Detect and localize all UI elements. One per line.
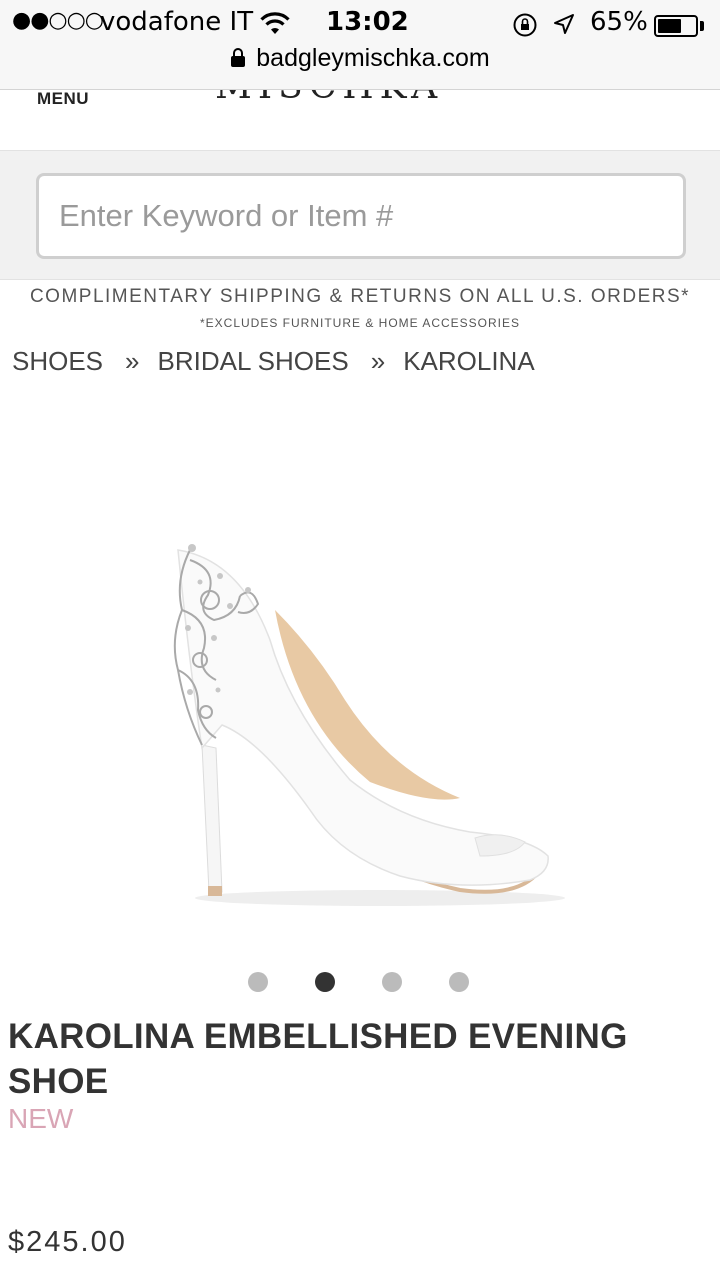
clock: 13:02 <box>326 7 409 37</box>
battery-cap <box>700 21 704 31</box>
battery-percent: 65% <box>590 7 648 37</box>
carrier-name: vodafone IT <box>100 7 254 37</box>
battery-icon <box>654 15 698 37</box>
carousel-dot-3[interactable] <box>382 972 402 992</box>
battery-level <box>658 19 682 33</box>
wifi-icon <box>260 12 290 34</box>
search-bar <box>0 150 720 280</box>
search-input[interactable] <box>36 173 686 259</box>
address-bar[interactable]: badgleymischka.com <box>0 44 720 84</box>
status-bar: ●●○○○ vodafone IT 13:02 65% badgleymisch… <box>0 0 720 90</box>
carousel-dot-4[interactable] <box>449 972 469 992</box>
menu-button[interactable]: MENU <box>37 90 89 109</box>
breadcrumb-shoes[interactable]: SHOES <box>12 346 103 376</box>
shipping-promo: COMPLIMENTARY SHIPPING & RETURNS ON ALL … <box>0 286 720 330</box>
signal-strength-icon: ●●○○○ <box>12 8 104 33</box>
product-image[interactable] <box>130 520 590 920</box>
url-text: badgleymischka.com <box>256 44 490 72</box>
promo-disclaimer: *EXCLUDES FURNITURE & HOME ACCESSORIES <box>199 316 521 330</box>
breadcrumb-separator: » <box>125 346 140 376</box>
carousel-dots <box>248 972 478 992</box>
carousel-dot-1[interactable] <box>248 972 268 992</box>
breadcrumb-separator: » <box>370 346 386 376</box>
lock-icon <box>231 48 246 67</box>
carousel-dot-2[interactable] <box>315 972 335 992</box>
location-arrow-icon <box>554 14 574 34</box>
product-price: $245.00 <box>8 1226 127 1258</box>
brand-logo[interactable]: MISCHKA <box>215 90 443 107</box>
rotation-lock-icon <box>513 13 537 37</box>
breadcrumb: SHOES » BRIDAL SHOES » KAROLINA <box>12 346 535 377</box>
promo-headline[interactable]: COMPLIMENTARY SHIPPING & RETURNS ON ALL … <box>0 286 720 308</box>
breadcrumb-current: KAROLINA <box>403 346 535 376</box>
new-badge: NEW <box>8 1103 74 1134</box>
site-header: MENU MISCHKA <box>0 90 720 150</box>
product-title: KAROLINA EMBELLISHED EVENING SHOE <box>8 1017 628 1101</box>
breadcrumb-bridal-shoes[interactable]: BRIDAL SHOES <box>158 346 349 376</box>
